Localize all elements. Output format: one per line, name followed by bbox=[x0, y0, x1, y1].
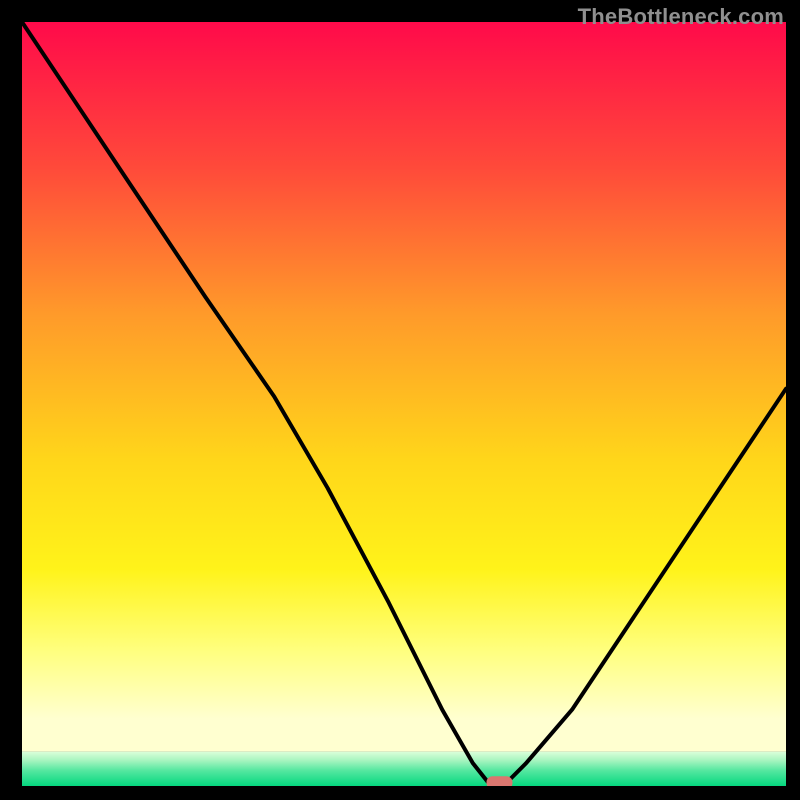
chart-plot-area bbox=[22, 22, 786, 786]
chart-stage: TheBottleneck.com bbox=[0, 0, 800, 800]
optimal-point-marker bbox=[487, 776, 513, 786]
chart-svg bbox=[22, 22, 786, 786]
watermark-label: TheBottleneck.com bbox=[578, 4, 784, 30]
chart-background-gradient bbox=[22, 22, 786, 752]
chart-bottom-band bbox=[22, 752, 786, 786]
